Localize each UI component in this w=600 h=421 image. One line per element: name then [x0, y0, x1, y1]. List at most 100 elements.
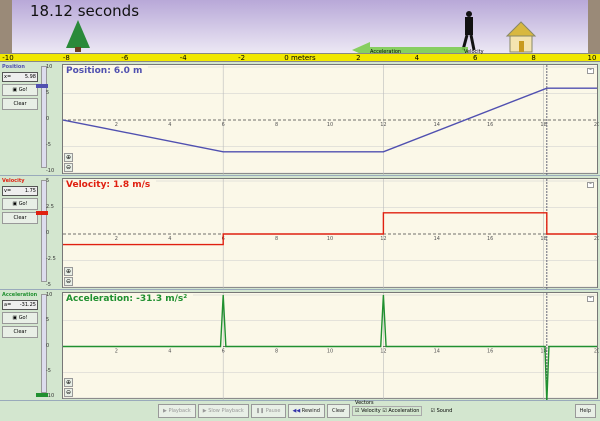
value: -31.25	[19, 302, 36, 308]
velocity-slider-handle-icon[interactable]	[36, 211, 48, 216]
y-tick-label: 5	[46, 317, 50, 324]
acceleration-vector-checkbox[interactable]: ☑ Acceleration	[382, 408, 419, 414]
ruler-tick: 4	[414, 54, 420, 62]
pause-label: Pause	[265, 408, 281, 414]
vectors-group: Vectors ☑ Velocity ☑ Acceleration	[352, 400, 423, 416]
y-tick-label: 5	[46, 178, 50, 184]
acceleration-controls: Acceleration a= -31.25 ▣ Go! Clear	[2, 292, 38, 338]
velocity-go-button[interactable]: ▣ Go!	[2, 198, 38, 210]
help-button[interactable]: Help	[574, 404, 596, 418]
go-label: Go!	[18, 315, 28, 321]
y-tick-label: -2.5	[46, 256, 56, 262]
x-tick-label: 16	[487, 349, 493, 355]
ruler-tick: -8	[62, 54, 70, 62]
acceleration-clear-button[interactable]: Clear	[2, 326, 38, 338]
scene-art	[66, 11, 537, 53]
zoom-out-icon[interactable]: ⊖	[64, 277, 73, 286]
y-tick-label: -5	[46, 142, 51, 148]
minimize-button[interactable]: –	[587, 182, 594, 188]
ruler-tick: -6	[121, 54, 129, 62]
zoom-in-icon[interactable]: ⊕	[64, 378, 73, 387]
velocity-vector-checkbox[interactable]: ☑ Velocity	[355, 408, 381, 414]
zoom-in-icon[interactable]: ⊕	[64, 267, 73, 276]
velocity-input[interactable]: v= 1.75	[2, 186, 38, 196]
x-tick-label: 12	[380, 236, 386, 242]
position-input[interactable]: x= 5.98	[2, 72, 38, 82]
x-tick-label: 10	[327, 122, 333, 128]
position-clear-button[interactable]: Clear	[2, 98, 38, 110]
ruler-tick: 2	[356, 54, 361, 62]
y-tick-label: -10	[46, 168, 55, 174]
playback-controls: ▶ Playback ▶ Slow Playback ❚❚ Pause ◀◀ R…	[0, 400, 600, 421]
playback-button[interactable]: ▶ Playback	[158, 404, 196, 418]
minimize-button[interactable]: –	[587, 68, 594, 74]
y-tick-label: 10	[46, 64, 53, 70]
velocity-vector-label: Velocity	[464, 49, 484, 55]
x-tick-label: 10	[327, 236, 333, 242]
y-tick-label: -5	[46, 367, 51, 374]
x-tick-label: 12	[380, 349, 386, 355]
ruler-tick: 8	[531, 54, 536, 62]
position-go-button[interactable]: ▣ Go!	[2, 84, 38, 96]
velocity-controls: Velocity v= 1.75 ▣ Go! Clear	[2, 178, 38, 224]
acceleration-graph: 2 4 6 8 10 12 14 16 18 20 Acceleration: -31.3 m/s…	[62, 292, 599, 400]
acceleration-series-line	[63, 294, 597, 400]
x-tick-label: 20	[594, 122, 599, 128]
x-tick-label: 8	[275, 236, 278, 242]
x-tick-label: 20	[594, 236, 599, 242]
slow-playback-label: Slow Playback	[208, 408, 244, 414]
clear-all-button[interactable]: Clear	[326, 404, 351, 418]
symbol: x=	[4, 74, 12, 80]
slow-playback-button[interactable]: ▶ Slow Playback	[197, 404, 249, 418]
x-tick-label: 4	[168, 122, 171, 128]
position-graph: 2 4 6 8 10 12 14 16 18 20 Position: 6.0 m – ⊕ ⊖	[62, 64, 599, 175]
x-tick-label: 10	[327, 349, 333, 355]
minimize-button[interactable]: –	[587, 296, 594, 302]
acceleration-input[interactable]: a= -31.25	[2, 300, 38, 310]
ruler-tick: 10	[587, 54, 597, 62]
x-tick-label: 16	[487, 236, 493, 242]
sound-checkbox-label: Sound	[436, 408, 453, 414]
x-tick-label: 18	[540, 236, 546, 242]
zoom-in-icon[interactable]: ⊕	[64, 153, 73, 162]
rewind-icon: ◀◀	[292, 408, 301, 414]
rewind-button[interactable]: ◀◀ Rewind	[287, 404, 325, 418]
rewind-label: Rewind	[301, 408, 320, 414]
velocity-clear-button[interactable]: Clear	[2, 212, 38, 224]
y-tick-label: 0	[46, 342, 50, 349]
y-tick-label: 0	[46, 116, 50, 122]
go-label: Go!	[18, 87, 28, 93]
ruler-tick: -2	[238, 54, 246, 62]
x-tick-label: 2	[115, 349, 118, 355]
position-ruler: -10 -8 -6 -4 -2 0 meters 2 4 6 8 10	[0, 53, 600, 62]
acceleration-checkbox-label: Acceleration	[388, 408, 420, 414]
pause-button[interactable]: ❚❚ Pause	[250, 404, 286, 418]
x-tick-label: 20	[594, 349, 599, 355]
acceleration-label: Acceleration	[2, 292, 38, 298]
velocity-plot: 2 4 6 8 10 12 14 16 18 20	[63, 179, 599, 289]
playback-label: Playback	[168, 408, 191, 414]
value: 5.98	[24, 74, 36, 80]
velocity-label: Velocity	[2, 178, 25, 184]
x-tick-label: 4	[168, 349, 171, 355]
acceleration-go-button[interactable]: ▣ Go!	[2, 312, 38, 324]
zoom-out-icon[interactable]: ⊖	[64, 388, 73, 397]
acceleration-slider-handle-icon[interactable]	[36, 393, 48, 397]
velocity-graph: 2 4 6 8 10 12 14 16 18 20 Velocity: 1.8 m/s – ⊕ ⊖	[62, 178, 599, 289]
ruler-tick: 6	[472, 54, 478, 62]
velocity-panel: Velocity v= 1.75 ▣ Go! Clear 5 2.5 0 -2.5 -5 …	[0, 176, 600, 290]
x-tick-label: 14	[434, 236, 440, 242]
zoom-out-icon[interactable]: ⊖	[64, 163, 73, 172]
position-label: Position	[2, 64, 25, 70]
x-tick-label: 6	[222, 349, 225, 355]
position-slider-handle-icon[interactable]	[36, 84, 48, 89]
moving-man-icon	[461, 11, 476, 51]
ruler-tick: 0 meters	[284, 54, 316, 62]
x-tick-label: 8	[275, 122, 278, 128]
symbol: v=	[4, 188, 12, 194]
y-tick-label: 0	[46, 230, 50, 236]
x-tick-label: 12	[380, 122, 386, 128]
position-plot: 2 4 6 8 10 12 14 16 18 20	[63, 65, 599, 175]
symbol: a=	[4, 302, 12, 308]
sound-checkbox[interactable]: ☑ Sound	[430, 408, 452, 414]
